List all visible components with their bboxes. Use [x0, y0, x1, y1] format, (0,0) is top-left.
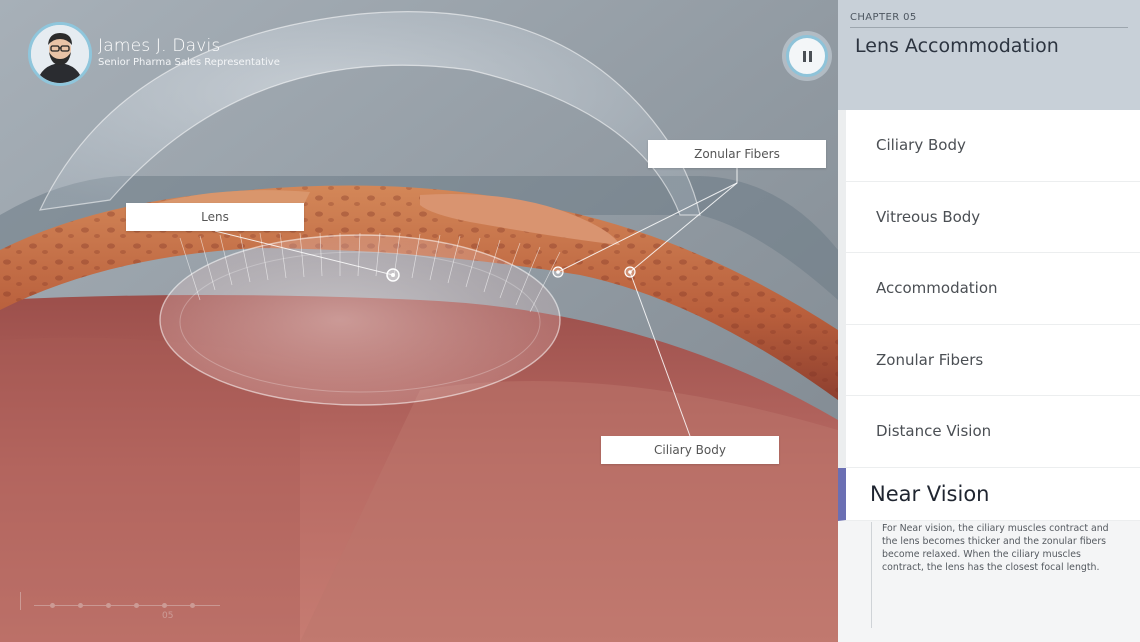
pause-icon: [801, 50, 813, 62]
eye-cross-section-illustration: [0, 0, 838, 642]
topic-near-vision[interactable]: Near Vision: [838, 467, 1140, 521]
person-avatar-icon: [28, 22, 92, 86]
pause-button[interactable]: [786, 35, 828, 77]
callout-ciliary-body[interactable]: Ciliary Body: [601, 436, 779, 464]
topic-description: For Near vision, the ciliary muscles con…: [871, 522, 1121, 628]
callout-lens[interactable]: Lens: [126, 203, 304, 231]
presenter-name: James J. Davis: [98, 36, 221, 56]
timeline-current-chapter: 05: [162, 611, 174, 621]
chapter-title: Lens Accommodation: [855, 35, 1059, 57]
presenter-card: James J. Davis Senior Pharma Sales Repre…: [28, 22, 280, 86]
topic-accommodation[interactable]: Accommodation: [838, 253, 1140, 325]
chapter-label: CHAPTER 05: [850, 12, 917, 23]
callout-zonular-fibers[interactable]: Zonular Fibers: [648, 140, 826, 168]
chapter-panel: CHAPTER 05 Lens Accommodation Ciliary Bo…: [838, 0, 1140, 642]
presenter-role: Senior Pharma Sales Representative: [98, 57, 280, 68]
chapter-header: CHAPTER 05 Lens Accommodation: [838, 0, 1140, 110]
topic-distance-vision[interactable]: Distance Vision: [838, 396, 1140, 468]
topic-vitreous-body[interactable]: Vitreous Body: [838, 181, 1140, 253]
topic-ciliary-body[interactable]: Ciliary Body: [838, 110, 1140, 182]
anatomy-viewer[interactable]: James J. Davis Senior Pharma Sales Repre…: [0, 0, 838, 642]
divider: [850, 27, 1128, 28]
topic-zonular-fibers[interactable]: Zonular Fibers: [838, 324, 1140, 396]
chapter-timeline[interactable]: 05: [20, 592, 230, 622]
